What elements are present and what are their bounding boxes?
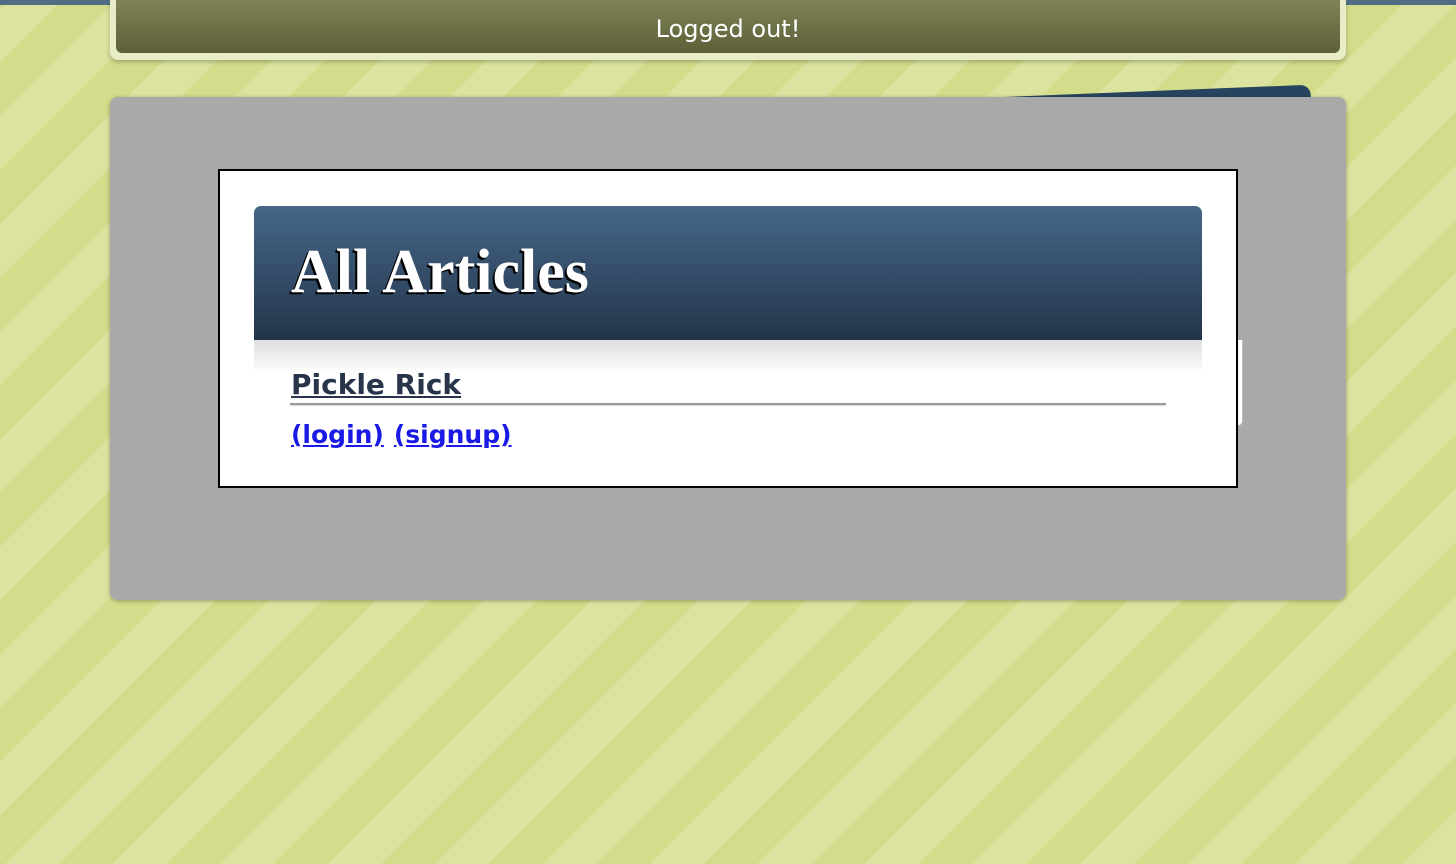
page-title: All Articles	[291, 238, 589, 306]
article-title-link[interactable]: Pickle Rick	[291, 367, 461, 403]
article-divider	[290, 403, 1166, 405]
flash-banner: Logged out!	[110, 0, 1346, 60]
flash-message: Logged out!	[655, 14, 801, 43]
auth-links: (login) (signup)	[291, 419, 512, 451]
signup-link[interactable]: (signup)	[394, 420, 512, 449]
flash-banner-body: Logged out!	[116, 0, 1340, 53]
container-edge-decoration	[1238, 340, 1243, 426]
login-link[interactable]: (login)	[291, 420, 384, 449]
articles-header: All Articles	[254, 206, 1202, 340]
